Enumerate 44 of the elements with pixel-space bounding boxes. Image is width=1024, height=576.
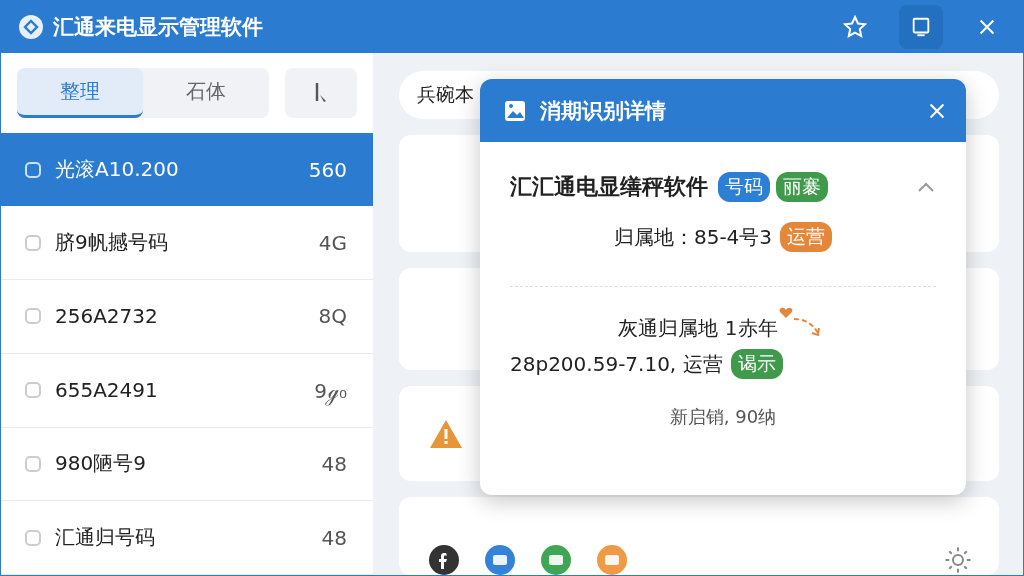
checkbox[interactable] [25,529,41,546]
item-count: 48 [321,525,347,550]
checkbox[interactable] [25,455,41,472]
item-name: 脐9帆撼号码 [55,229,169,257]
item-count: 9ℊ₀ [314,376,347,404]
settings-icon[interactable] [943,545,973,575]
checkbox[interactable] [25,382,41,399]
tab[interactable]: 整理 [17,67,143,118]
chat-icon[interactable] [597,545,627,575]
app-logo-icon [19,15,43,39]
detail-text: 28p200.59-7.10, 运营 [510,350,723,378]
window-title: 汇通来电显示管理软件 [53,14,264,41]
chat-icon[interactable] [485,545,515,575]
item-name: 256A2732 [55,304,159,329]
item-count: 8Q [318,304,347,329]
tag: 号码 [718,172,770,202]
image-icon [504,99,526,122]
checkbox[interactable] [25,161,41,178]
item-count: 4G [318,230,347,255]
item-name: 980陋号9 [55,450,147,478]
tab[interactable]: 石体 [143,67,269,118]
list-item[interactable]: 光滚A10.200 560 [1,132,373,207]
warning-icon [429,418,463,449]
item-name: 光滚A10.200 [55,156,180,184]
location-text: 归属地：85-4号3 [613,223,773,251]
item-name: 655A2491 [55,378,159,403]
chat-icon[interactable] [541,545,571,575]
tag: 谒示 [730,349,783,379]
dialog-title: 消期识别详情 [540,97,667,125]
checkbox[interactable] [25,234,41,251]
monitor-icon [910,16,932,38]
item-count: 48 [321,451,347,476]
star-icon [843,15,867,39]
monitor-button[interactable] [899,5,943,49]
note-text: 灰通归属地 1赤年 [618,314,778,342]
item-name: 汇通归号码 [55,524,156,552]
chevron-up-icon[interactable] [916,181,936,193]
tag: 丽褰 [776,172,828,202]
checkbox[interactable] [25,308,41,325]
tag: 运营 [780,222,833,252]
item-count: 560 [308,157,347,182]
footer-text: 新启销, 90纳 [669,405,777,429]
facebook-icon[interactable] [429,545,459,575]
contact-name: 汇汇通电显缮秤软件 [510,173,708,201]
